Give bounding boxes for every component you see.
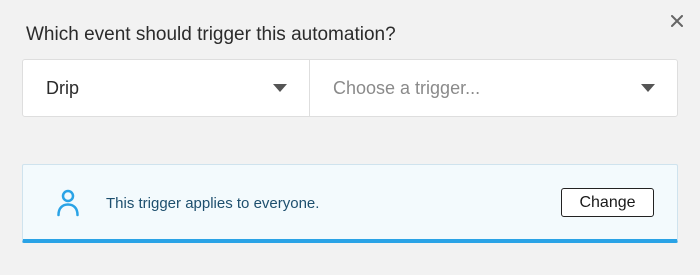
chevron-down-icon — [273, 84, 287, 92]
person-icon — [57, 189, 79, 217]
dialog-question: Which event should trigger this automati… — [26, 24, 396, 45]
event-select[interactable]: Drip — [23, 60, 310, 116]
audience-notice: This trigger applies to everyone. Change — [22, 164, 678, 243]
chevron-down-icon — [641, 84, 655, 92]
close-button[interactable] — [666, 10, 688, 32]
trigger-selectors: Drip Choose a trigger... — [22, 59, 678, 117]
close-icon — [671, 15, 683, 27]
trigger-select-placeholder: Choose a trigger... — [333, 77, 481, 98]
notice-text: This trigger applies to everyone. — [106, 195, 320, 212]
event-select-value: Drip — [46, 77, 80, 98]
change-button[interactable]: Change — [561, 188, 654, 217]
trigger-select[interactable]: Choose a trigger... — [310, 60, 677, 116]
